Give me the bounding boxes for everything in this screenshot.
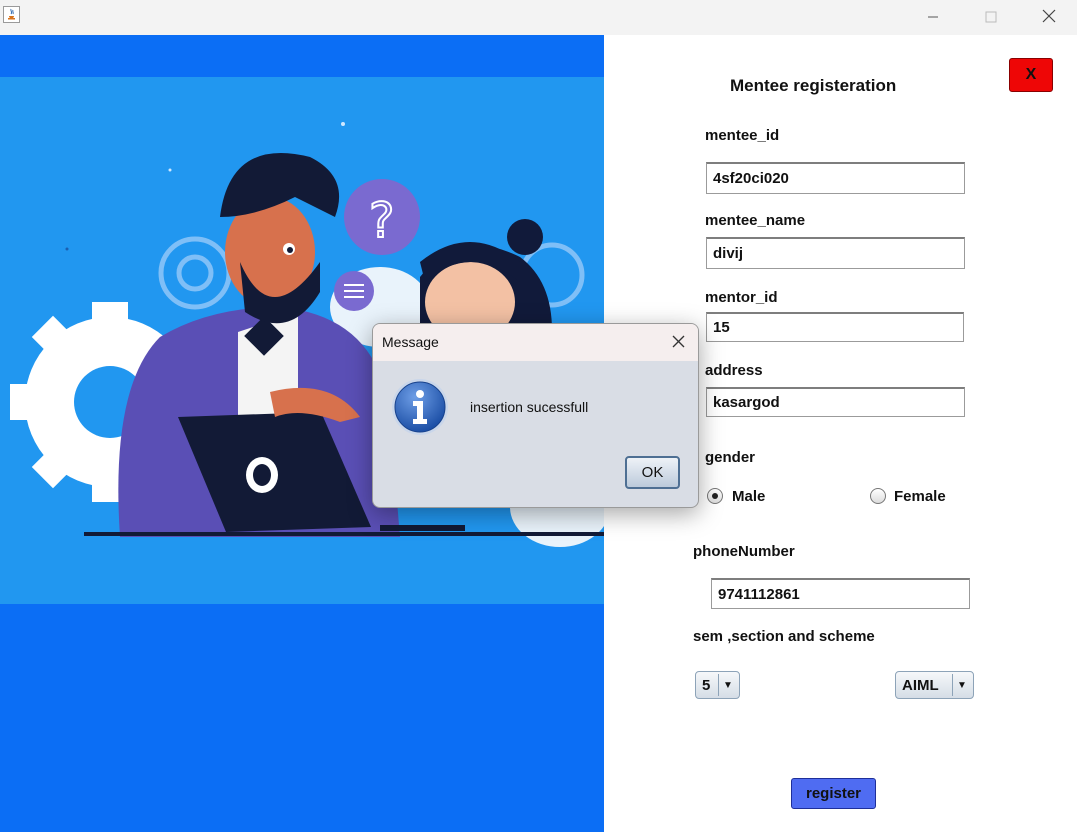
maximize-button[interactable]: [962, 0, 1020, 34]
form-close-button[interactable]: X: [1009, 58, 1053, 92]
close-icon: [672, 333, 685, 352]
gender-female-label: Female: [894, 488, 946, 505]
dialog-message: insertion sucessfull: [470, 399, 589, 415]
close-icon: [1042, 8, 1056, 27]
dialog-titlebar: Message: [373, 324, 698, 361]
mentee-id-label: mentee_id: [705, 127, 780, 144]
scheme-select-value: AIML: [902, 677, 939, 694]
chevron-down-icon: ▼: [718, 674, 737, 696]
maximize-icon: [985, 8, 997, 27]
phone-input[interactable]: [711, 578, 970, 609]
java-app-icon: [3, 6, 20, 23]
mentor-id-input[interactable]: [706, 312, 964, 342]
minimize-button[interactable]: [904, 0, 962, 34]
address-label: address: [705, 362, 763, 379]
minimize-icon: [927, 8, 939, 27]
sem-select[interactable]: 5 ▼: [695, 671, 740, 699]
dialog-close-button[interactable]: [664, 328, 692, 356]
mentor-id-label: mentor_id: [705, 289, 778, 306]
gender-male-radio[interactable]: [707, 488, 723, 504]
svg-text:?: ?: [369, 193, 394, 249]
message-dialog: Message insertion sucessfull OK: [372, 323, 699, 508]
chevron-down-icon: ▼: [952, 674, 971, 696]
scheme-select[interactable]: AIML ▼: [895, 671, 974, 699]
mentee-name-label: mentee_name: [705, 212, 806, 229]
mentee-name-input[interactable]: [706, 237, 965, 269]
form-title: Mentee registeration: [730, 76, 897, 95]
gender-male-label: Male: [732, 488, 766, 505]
sem-select-value: 5: [702, 677, 711, 694]
window-titlebar: [0, 0, 1077, 35]
gender-female-radio[interactable]: [870, 488, 886, 504]
phone-label: phoneNumber: [693, 543, 795, 560]
info-icon: [391, 378, 449, 436]
ok-button[interactable]: OK: [625, 456, 680, 489]
mentee-id-input[interactable]: [706, 162, 965, 194]
address-input[interactable]: [706, 387, 965, 417]
dialog-title: Message: [382, 334, 439, 350]
register-button[interactable]: register: [791, 778, 876, 809]
gender-label: gender: [705, 449, 756, 466]
sem-section-scheme-label: sem ,section and scheme: [693, 628, 875, 645]
window-close-button[interactable]: [1020, 0, 1077, 34]
